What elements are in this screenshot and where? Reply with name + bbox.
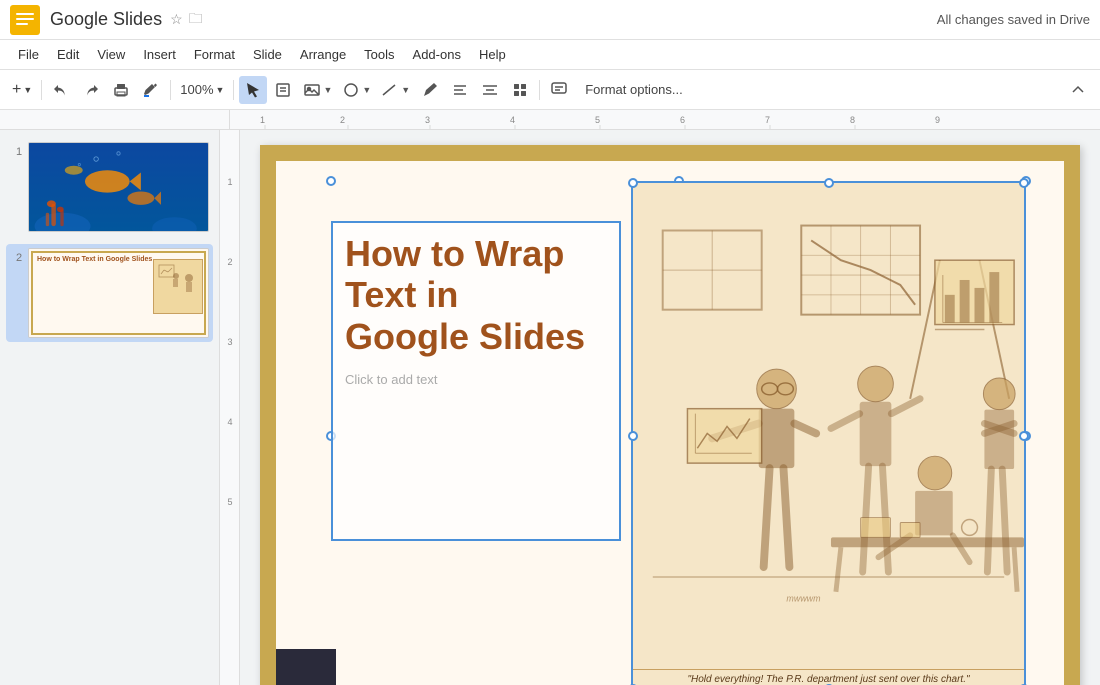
toolbar-right [1064,76,1092,104]
select-tool[interactable] [239,76,267,104]
svg-text:7: 7 [765,115,770,125]
align-left-tool[interactable] [446,76,474,104]
save-status: All changes saved in Drive [937,12,1090,27]
img-handle-tl[interactable] [628,178,638,188]
svg-text:2: 2 [340,115,345,125]
title-icons: ☆ 🗀 [170,8,203,32]
slide-number-1: 1 [10,146,28,158]
menu-file[interactable]: File [10,43,47,66]
slide-thumb-2[interactable]: 2 How to Wrap Text in Google Slides [6,244,213,342]
zoom-value: 100% [180,82,213,97]
slide-subtitle[interactable]: Click to add text [333,357,619,387]
ruler-container: 1 2 3 4 5 6 7 8 9 [0,110,1100,130]
thumb2-title: How to Wrap Text in Google Slides [37,255,200,264]
menu-help[interactable]: Help [471,43,514,66]
svg-text:5: 5 [595,115,600,125]
ruler-vertical: 1 2 3 4 5 [220,130,240,685]
img-handle-tr[interactable] [1019,178,1029,188]
folder-icon[interactable]: 🗀 [189,8,203,32]
toolbar: + ▼ 100% ▼ ▼ ▼ ▼ [0,70,1100,110]
svg-text:6: 6 [680,115,685,125]
star-icon[interactable]: ☆ [170,11,183,28]
shape-chevron: ▼ [362,85,371,95]
line-tool[interactable]: ▼ [377,76,414,104]
selection-handle-tl[interactable] [326,176,336,186]
print-button[interactable] [107,76,135,104]
text-box-tool[interactable] [269,76,297,104]
divider-4 [539,80,540,100]
undo-button[interactable] [47,76,75,104]
svg-text:9: 9 [935,115,940,125]
add-button[interactable]: + ▼ [8,76,36,104]
slide-inner: How to WrapText inGoogle Slides Click to… [276,161,1064,685]
plus-icon: + [12,81,21,99]
zoom-chevron: ▼ [216,85,225,95]
align-center-tool[interactable] [476,76,504,104]
add-chevron: ▼ [23,85,32,95]
svg-text:1: 1 [227,177,232,187]
format-options-button[interactable]: Format options... [575,78,693,101]
insert-comment-button[interactable] [545,76,573,104]
slide-thumb-1[interactable]: 1 [6,138,213,236]
divider-1 [41,80,42,100]
menu-addons[interactable]: Add-ons [405,43,469,66]
menu-arrange[interactable]: Arrange [292,43,354,66]
svg-text:5: 5 [227,497,232,507]
menu-edit[interactable]: Edit [49,43,87,66]
collapse-toolbar-button[interactable] [1064,76,1092,104]
insert-special-button[interactable] [506,76,534,104]
menu-view[interactable]: View [89,43,133,66]
editor-area: 1 2 3 4 5 [220,130,1100,685]
image-tool[interactable]: ▼ [299,76,336,104]
svg-text:4: 4 [510,115,515,125]
redo-button[interactable] [77,76,105,104]
app-title: Google Slides [50,9,162,30]
svg-text:3: 3 [425,115,430,125]
slide-preview-2: How to Wrap Text in Google Slides [28,248,209,338]
main-layout: 1 [0,130,1100,685]
slide-canvas[interactable]: How to WrapText inGoogle Slides Click to… [260,145,1080,685]
paint-format-button[interactable] [137,76,165,104]
cartoon-caption: "Hold everything! The P.R. department ju… [633,669,1024,685]
image-box[interactable]: mwwwm "Hold everything! The P.R. departm… [631,181,1026,685]
ruler-horizontal: 1 2 3 4 5 6 7 8 9 [230,110,1100,129]
img-handle-right[interactable] [1019,431,1029,441]
shape-tool[interactable]: ▼ [338,76,375,104]
svg-text:2: 2 [227,257,232,267]
divider-2 [170,80,171,100]
menu-insert[interactable]: Insert [135,43,184,66]
img-handle-left[interactable] [628,431,638,441]
divider-3 [233,80,234,100]
corner-decoration [276,649,336,685]
menu-format[interactable]: Format [186,43,243,66]
svg-text:4: 4 [227,417,232,427]
img-handle-top[interactable] [824,178,834,188]
text-box[interactable]: How to WrapText inGoogle Slides Click to… [331,221,621,541]
menu-slide[interactable]: Slide [245,43,290,66]
ruler-corner [0,110,230,129]
menu-tools[interactable]: Tools [356,43,402,66]
zoom-control[interactable]: 100% ▼ [176,76,228,104]
title-bar: Google Slides ☆ 🗀 All changes saved in D… [0,0,1100,40]
slides-panel: 1 [0,130,220,685]
svg-text:mwwwm: mwwwm [786,594,820,604]
slide-title: How to WrapText inGoogle Slides [333,223,619,357]
app-icon [10,5,40,35]
pen-tool[interactable] [416,76,444,104]
slide-preview-1 [28,142,209,232]
slide-canvas-area: How to WrapText inGoogle Slides Click to… [240,130,1100,685]
svg-text:1: 1 [260,115,265,125]
image-chevron: ▼ [323,85,332,95]
svg-text:3: 3 [227,337,232,347]
cartoon-svg: mwwwm [633,183,1024,669]
cartoon-area: mwwwm "Hold everything! The P.R. departm… [633,183,1024,685]
line-chevron: ▼ [401,85,410,95]
svg-text:8: 8 [850,115,855,125]
menu-bar: File Edit View Insert Format Slide Arran… [0,40,1100,70]
slide-number-2: 2 [10,252,28,264]
